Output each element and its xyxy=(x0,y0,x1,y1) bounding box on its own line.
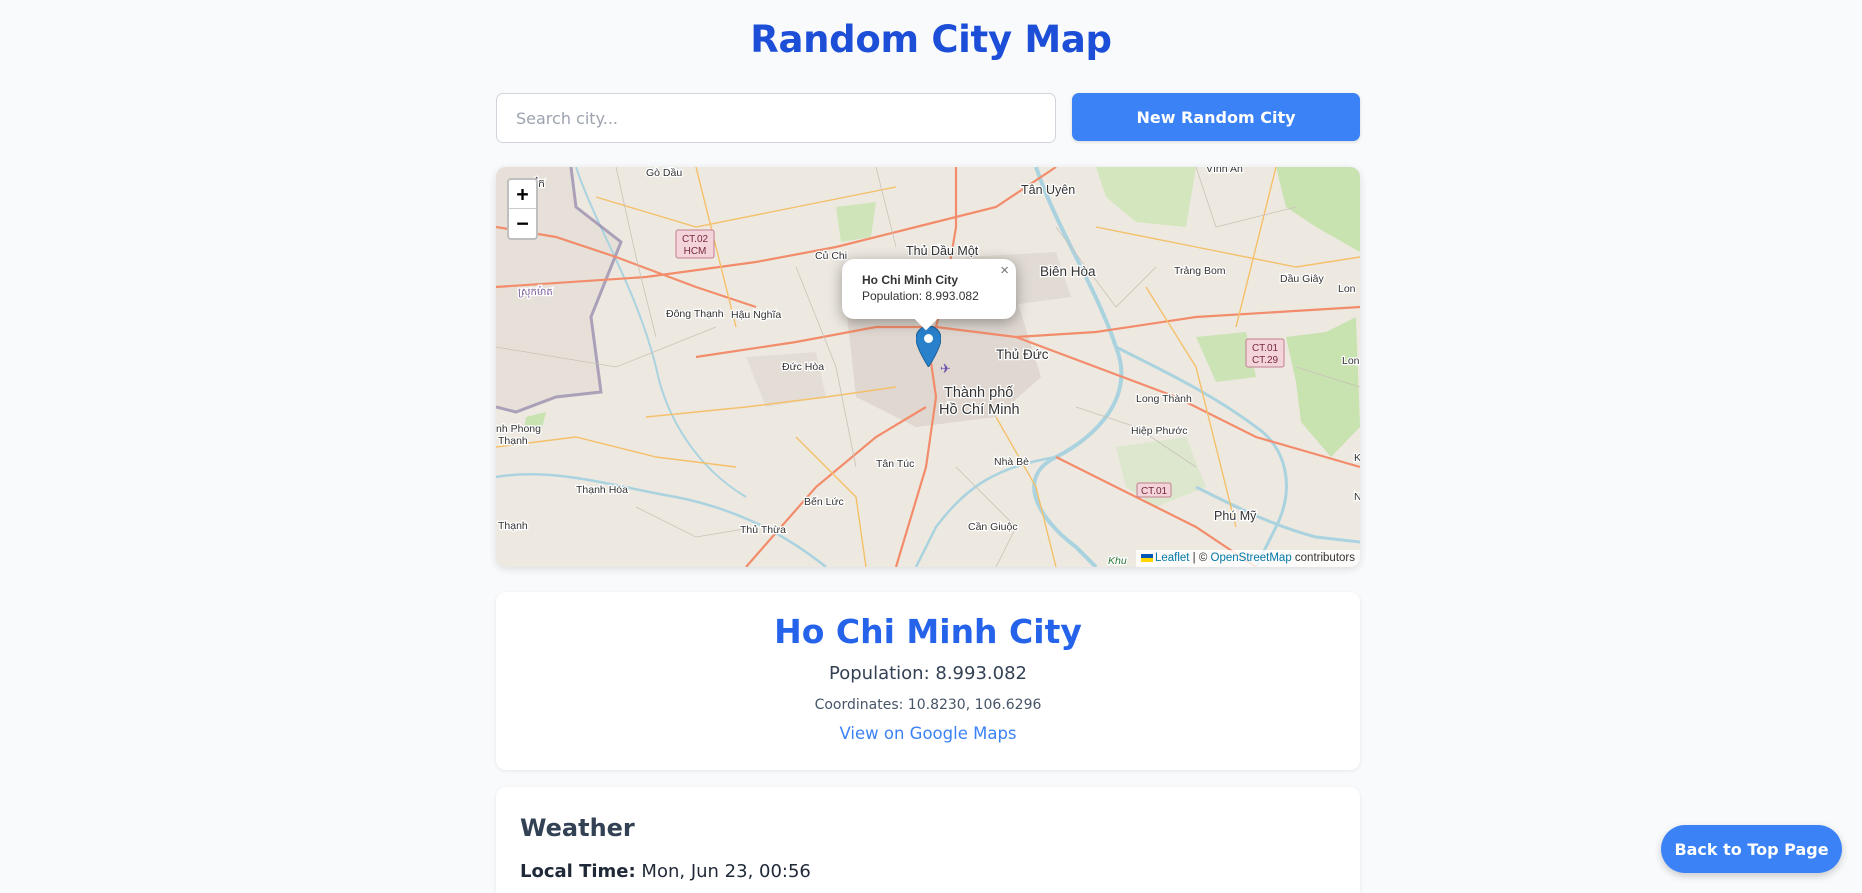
popup-close-icon[interactable]: × xyxy=(1000,262,1009,279)
map-view[interactable]: CT.02 HCM CT.01 CT.29 CT.01 Gò Dầu Tân U… xyxy=(496,167,1360,567)
svg-text:Hậu Nghĩa: Hậu Nghĩa xyxy=(731,309,781,321)
map-popup: × Ho Chi Minh City Population: 8.993.082 xyxy=(842,259,1016,331)
svg-text:ស្រុកម៉ាត: ស្រុកម៉ាត xyxy=(518,285,553,299)
svg-text:HCM: HCM xyxy=(684,246,707,257)
svg-text:Lon: Lon xyxy=(1342,355,1360,367)
svg-text:Dầu Giây: Dầu Giây xyxy=(1280,273,1325,285)
svg-text:CT.29: CT.29 xyxy=(1252,355,1279,366)
google-maps-link[interactable]: View on Google Maps xyxy=(496,724,1360,743)
svg-text:CT.02: CT.02 xyxy=(682,234,709,245)
svg-text:Thành phố: Thành phố xyxy=(944,385,1013,401)
svg-text:K: K xyxy=(1354,452,1360,464)
svg-text:Hồ Chí Minh: Hồ Chí Minh xyxy=(939,402,1020,418)
svg-text:CT.01: CT.01 xyxy=(1141,486,1168,497)
svg-text:✈: ✈ xyxy=(940,361,951,376)
svg-text:Hiệp Phước: Hiệp Phước xyxy=(1131,425,1188,437)
back-to-top-button[interactable]: Back to Top Page xyxy=(1661,825,1842,873)
svg-text:Tân Uyên: Tân Uyên xyxy=(1021,183,1075,197)
weather-title: Weather xyxy=(520,814,635,842)
svg-text:Thạnh: Thạnh xyxy=(498,435,528,447)
popup-population: Population: 8.993.082 xyxy=(862,289,979,303)
svg-text:Đông Thạnh: Đông Thạnh xyxy=(666,308,724,320)
svg-text:Tân Túc: Tân Túc xyxy=(876,458,914,470)
svg-text:N: N xyxy=(1354,491,1360,503)
svg-text:Thạnh Hóa: Thạnh Hóa xyxy=(576,484,628,496)
svg-text:Phú Mỹ: Phú Mỹ xyxy=(1214,509,1257,523)
svg-text:Bến Lức: Bến Lức xyxy=(804,496,844,508)
svg-text:Nhà Bè: Nhà Bè xyxy=(994,456,1029,468)
svg-text:Thủ Thừa: Thủ Thừa xyxy=(740,524,786,536)
svg-text:nh Phong: nh Phong xyxy=(496,423,541,435)
svg-text:Thủ Đức: Thủ Đức xyxy=(996,347,1049,362)
zoom-in-button[interactable]: + xyxy=(509,180,536,209)
svg-text:Long Thành: Long Thành xyxy=(1136,393,1192,405)
popup-title: Ho Chi Minh City xyxy=(862,273,958,287)
local-time-value: Mon, Jun 23, 00:56 xyxy=(635,861,811,882)
city-name: Ho Chi Minh City xyxy=(774,612,1082,651)
svg-text:Gò Dầu: Gò Dầu xyxy=(646,167,682,179)
ukraine-flag-icon xyxy=(1140,553,1153,562)
zoom-control: + − xyxy=(507,178,538,240)
weather-card: Weather Local Time: Mon, Jun 23, 00:56 xyxy=(496,787,1360,893)
svg-text:Thủ Dầu Một: Thủ Dầu Một xyxy=(906,244,979,258)
svg-text:Củ Chi: Củ Chi xyxy=(815,250,847,262)
svg-text:Trảng Bom: Trảng Bom xyxy=(1174,265,1226,277)
new-random-city-button[interactable]: New Random City xyxy=(1072,93,1360,141)
svg-text:Khu: Khu xyxy=(1108,555,1127,567)
svg-text:Đức Hòa: Đức Hòa xyxy=(782,361,824,373)
map-attribution: Leaflet | © OpenStreetMap contributors xyxy=(1135,550,1360,567)
city-info-card: Ho Chi Minh City Population: 8.993.082 C… xyxy=(496,592,1360,770)
search-input[interactable] xyxy=(496,93,1056,143)
svg-text:CT.01: CT.01 xyxy=(1252,343,1279,354)
leaflet-link[interactable]: Leaflet xyxy=(1155,552,1190,564)
local-time-label: Local Time: xyxy=(520,861,636,882)
svg-text:Cần Giuộc: Cần Giuộc xyxy=(968,521,1018,533)
svg-text:Biên Hòa: Biên Hòa xyxy=(1040,264,1096,279)
svg-text:Lon: Lon xyxy=(1338,283,1356,295)
page-title: Random City Map xyxy=(750,18,1112,61)
svg-text:Thạnh: Thạnh xyxy=(498,520,528,532)
local-time: Local Time: Mon, Jun 23, 00:56 xyxy=(520,861,811,882)
openstreetmap-link[interactable]: OpenStreetMap xyxy=(1211,552,1292,564)
city-population: Population: 8.993.082 xyxy=(829,663,1027,684)
map-marker-icon[interactable] xyxy=(915,325,942,371)
zoom-out-button[interactable]: − xyxy=(509,209,536,238)
city-coordinates: Coordinates: 10.8230, 106.6296 xyxy=(814,697,1042,713)
svg-text:Vĩnh An: Vĩnh An xyxy=(1206,167,1243,175)
